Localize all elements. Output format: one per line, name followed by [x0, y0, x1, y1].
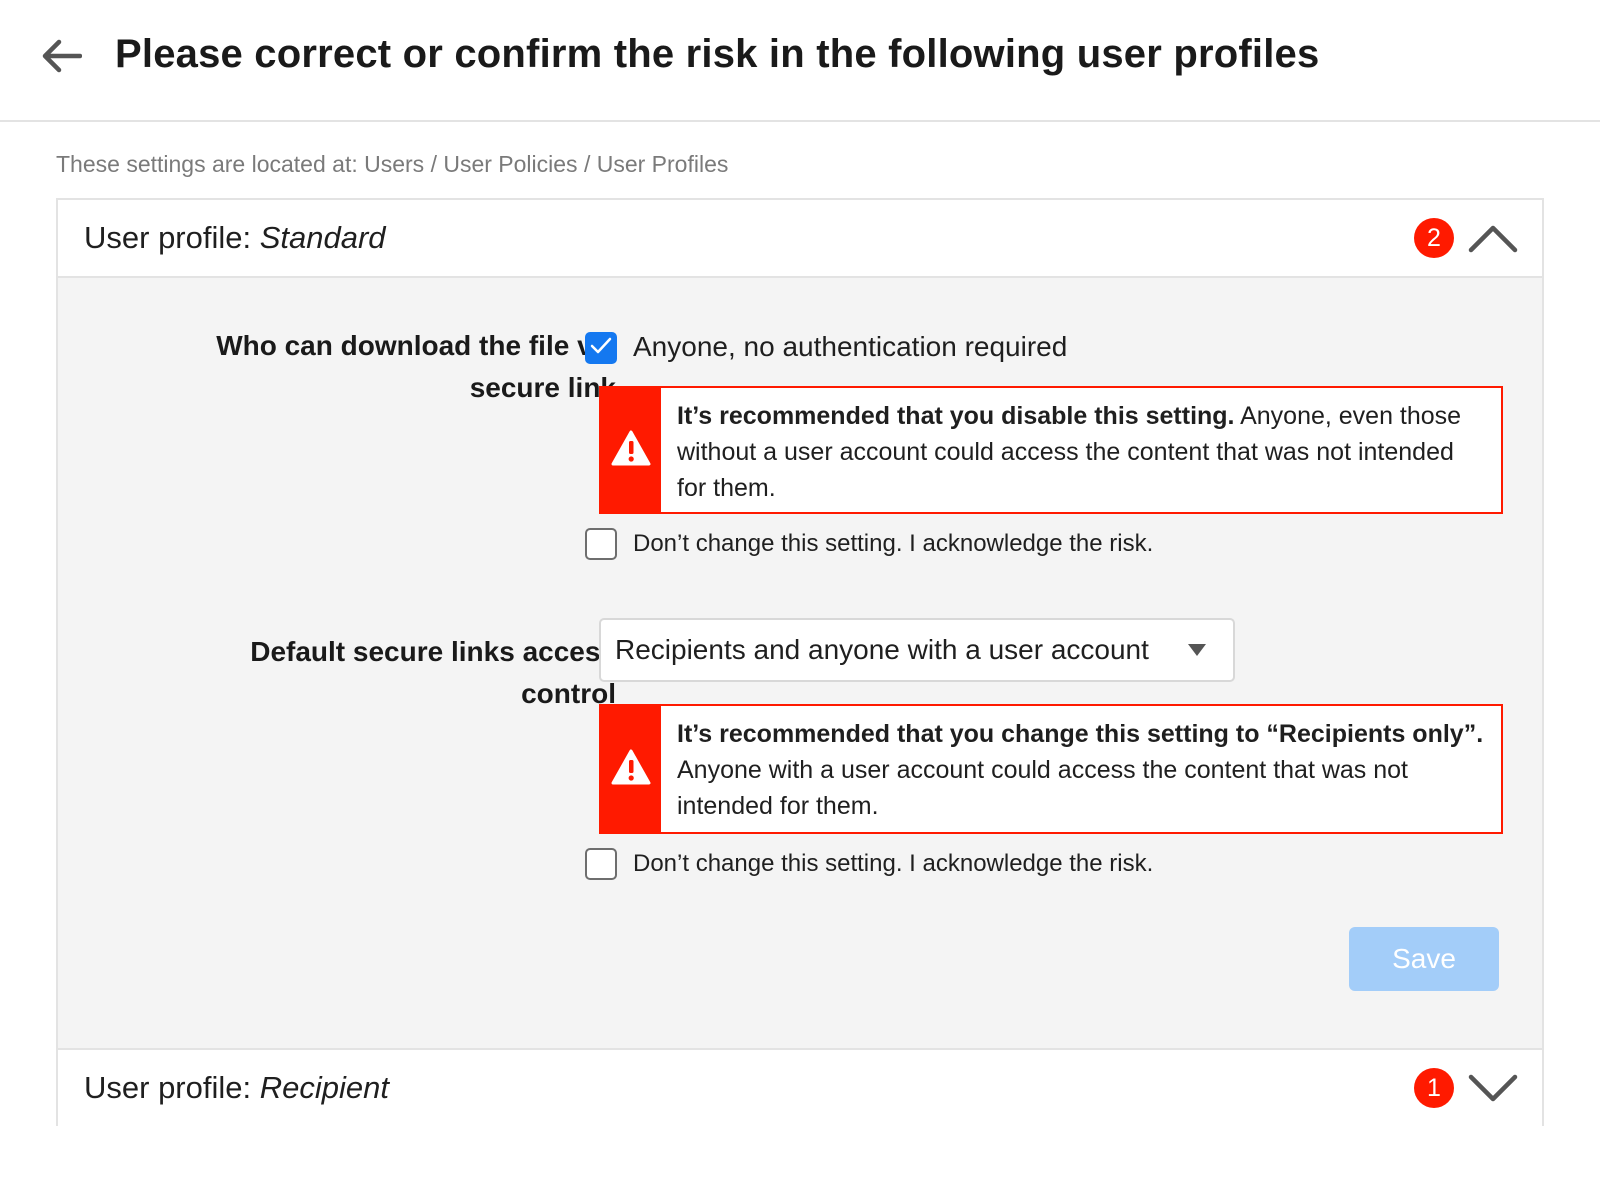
- profile-title-prefix: User profile:: [84, 1070, 260, 1105]
- profile-header-recipient[interactable]: User profile: Recipient 1: [58, 1048, 1542, 1126]
- acknowledge-risk-label: Don’t change this setting. I acknowledge…: [633, 530, 1154, 557]
- profiles-panel: User profile: Standard 2 Who can downloa…: [56, 198, 1544, 1126]
- warning-message: It’s recommended that you disable this s…: [661, 388, 1501, 512]
- profile-name: Standard: [259, 220, 386, 255]
- setting-label-line: Who can download the file via: [216, 330, 616, 361]
- profile-title: User profile: Recipient: [84, 1070, 389, 1106]
- settings-location: These settings are located at: Users / U…: [56, 151, 729, 177]
- acknowledge-risk-checkbox[interactable]: [585, 848, 617, 880]
- warning-headline: It’s recommended that you disable this s…: [677, 402, 1235, 430]
- risk-count-badge: 2: [1414, 218, 1454, 258]
- profile-title: User profile: Standard: [84, 220, 386, 256]
- warning-detail: Anyone with a user account could access …: [677, 756, 1408, 820]
- warning-strip: [601, 388, 661, 512]
- profile-header-standard[interactable]: User profile: Standard 2: [58, 200, 1542, 278]
- anyone-no-auth-label: Anyone, no authentication required: [633, 331, 1068, 362]
- caret-down-icon: [1187, 643, 1207, 662]
- profile-body-standard: Who can download the file via secure lin…: [58, 278, 1542, 1048]
- acknowledge-risk-label: Don’t change this setting. I acknowledge…: [633, 850, 1154, 877]
- dropdown-selected-value: Recipients and anyone with a user accoun…: [615, 634, 1149, 665]
- save-button[interactable]: Save: [1349, 927, 1499, 991]
- warning-box-download: It’s recommended that you disable this s…: [599, 386, 1503, 514]
- warning-triangle-icon: [611, 749, 651, 790]
- anyone-no-auth-checkbox[interactable]: [585, 332, 617, 364]
- setting-label-line: Default secure links access: [250, 636, 616, 667]
- profile-name: Recipient: [259, 1070, 389, 1105]
- access-control-dropdown[interactable]: Recipients and anyone with a user accoun…: [599, 618, 1235, 682]
- warning-headline: It’s recommended that you change this se…: [677, 720, 1484, 748]
- checkmark-icon: [590, 337, 612, 360]
- profile-title-prefix: User profile:: [84, 220, 260, 255]
- setting-label-line: secure link: [469, 372, 616, 403]
- setting-label-line: control: [521, 678, 616, 709]
- risk-count-badge: 1: [1414, 1068, 1454, 1108]
- chevron-up-icon[interactable]: [1466, 218, 1520, 258]
- setting-label-access-control: Default secure links access control: [136, 631, 616, 715]
- acknowledge-risk-checkbox[interactable]: [585, 528, 617, 560]
- warning-message: It’s recommended that you change this se…: [661, 706, 1501, 832]
- setting-label-download: Who can download the file via secure lin…: [136, 325, 616, 409]
- page-header: Please correct or confirm the risk in th…: [0, 0, 1600, 122]
- back-button[interactable]: [38, 36, 84, 80]
- warning-triangle-icon: [611, 430, 651, 471]
- warning-box-access-control: It’s recommended that you change this se…: [599, 704, 1503, 834]
- warning-strip: [601, 706, 661, 832]
- chevron-down-icon[interactable]: [1466, 1068, 1520, 1108]
- arrow-left-icon: [40, 38, 83, 79]
- page-title: Please correct or confirm the risk in th…: [115, 32, 1320, 76]
